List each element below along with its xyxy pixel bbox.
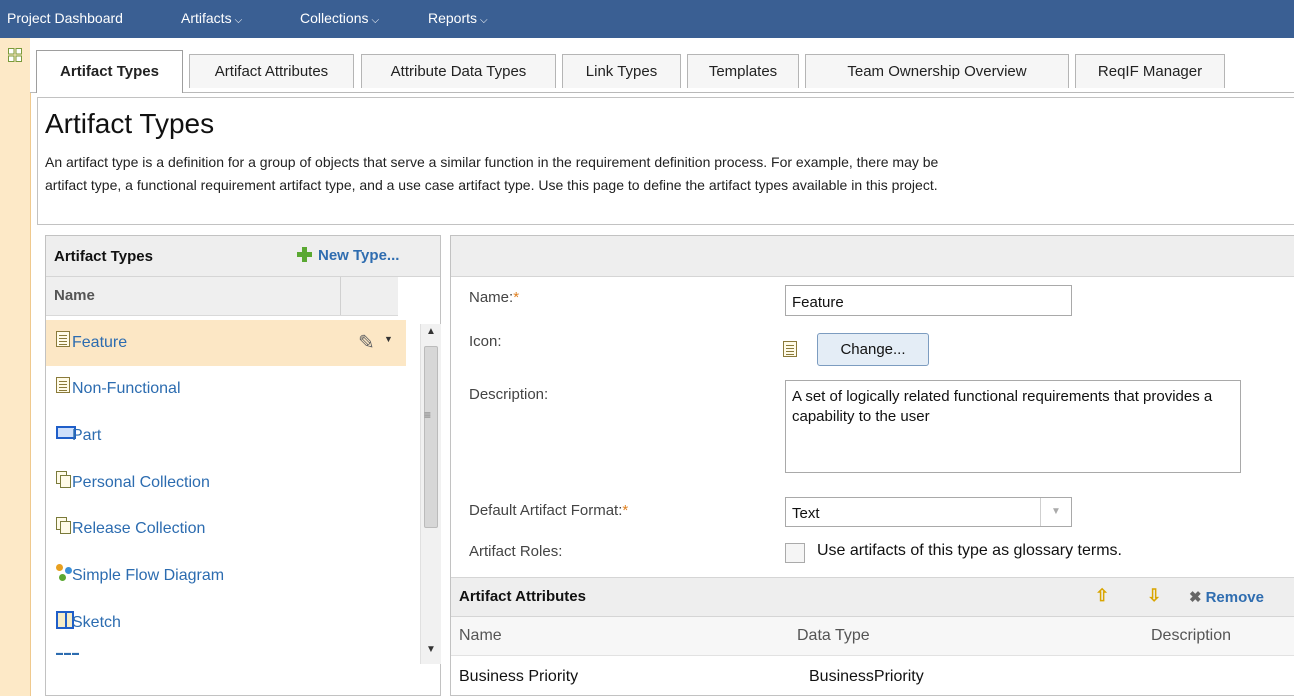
remove-x-icon: ✖ [1189,589,1202,606]
description-textarea[interactable]: A set of logically related functional re… [785,380,1241,473]
new-type-label: New Type... [318,247,400,264]
name-label-text: Name: [469,289,514,306]
collection-icon [56,471,72,489]
collection-icon [56,517,72,535]
list-item-label: Non-Functional [72,380,181,397]
default-format-label-text: Default Artifact Format: [469,502,623,519]
move-down-icon[interactable]: ⇩ [1147,586,1161,606]
icon-field-label: Icon: [469,333,502,350]
tab-reqif-manager[interactable]: ReqIF Manager [1075,54,1225,88]
attr-column-description[interactable]: Description [1151,627,1231,645]
default-format-select[interactable]: Text ▼ [785,497,1072,527]
plus-icon [296,246,313,263]
glossary-terms-checkbox-label[interactable]: Use artifacts of this type as glossary t… [817,542,1122,560]
artifact-type-details-panel: Name:* Feature Icon: Change... Descripti… [450,235,1294,696]
page-intro: Artifact Types An artifact type is a def… [37,97,1294,225]
tab-templates[interactable]: Templates [687,54,799,88]
list-item-release-collection[interactable]: Release Collection [46,506,406,552]
page-description-line-1: An artifact type is a definition for a g… [45,154,939,170]
list-item-label: Sketch [72,614,121,631]
remove-label: Remove [1205,589,1264,606]
chevron-down-icon: ⌵ [371,15,380,26]
list-item-label: Personal Collection [72,474,210,491]
top-navigation-bar: Project Dashboard Artifacts ⌵ Collections… [0,0,1294,38]
attr-cell-data-type: BusinessPriority [809,668,924,685]
list-item-label: Part [72,427,102,444]
nav-reports-label: Reports [428,10,478,26]
list-item-non-functional[interactable]: Non-Functional [46,366,406,412]
artifact-types-panel-header: Artifact Types New Type... [46,236,440,277]
tab-link-types[interactable]: Link Types [562,54,681,88]
details-panel-header [451,236,1294,277]
requirement-doc-icon [56,377,72,395]
list-item-personal-collection[interactable]: Personal Collection [46,460,406,506]
pencil-edit-icon[interactable]: ✎ [358,330,375,355]
list-scrollbar[interactable]: ▲ ≡ ▼ [420,324,441,664]
move-up-icon[interactable]: ⇧ [1095,586,1109,606]
tab-artifact-types[interactable]: Artifact Types [36,50,183,93]
nav-project-dashboard[interactable]: Project Dashboard [7,10,123,26]
nav-artifacts-label: Artifacts [181,10,232,26]
scroll-down-arrow-icon[interactable]: ▼ [426,644,436,655]
page-title: Artifact Types [45,108,215,139]
artifact-types-panel-title: Artifact Types [54,248,153,265]
flow-diagram-icon [56,564,72,582]
list-item-sketch[interactable]: Sketch [46,600,406,646]
nav-reports-menu[interactable]: Reports ⌵ [428,10,488,26]
column-header-spacer [340,277,398,315]
artifact-roles-field-label: Artifact Roles: [469,543,563,560]
name-field-label: Name:* [469,289,519,306]
list-item-label: Feature [72,334,128,351]
list-item-simple-flow-diagram[interactable]: Simple Flow Diagram [46,553,406,599]
attr-cell-name: Business Priority [459,668,579,685]
tab-artifact-attributes[interactable]: Artifact Attributes [189,54,354,88]
default-format-field-label: Default Artifact Format:* [469,502,628,519]
change-icon-button[interactable]: Change... [817,333,929,366]
attributes-column-headers: Name Data Type Description [451,617,1294,656]
sketch-icon [56,611,74,629]
admin-tab-bar: Artifact Types Artifact Attributes Attri… [30,38,1294,93]
required-marker: * [513,289,520,306]
scrollbar-thumb[interactable] [424,346,438,528]
list-item-label: Simple Flow Diagram [72,567,225,584]
attr-column-name[interactable]: Name [459,627,502,645]
caret-down-icon[interactable]: ▼ [384,334,393,344]
table-row[interactable]: Business Priority BusinessPriority [451,656,1294,696]
list-item-storyboard[interactable]: ▬▬▬ [46,646,406,666]
list-item-label: Release Collection [72,520,206,537]
tab-attribute-data-types[interactable]: Attribute Data Types [361,54,556,88]
name-input[interactable]: Feature [785,285,1072,316]
description-field-label: Description: [469,386,549,403]
artifact-types-panel: Artifact Types New Type... Name Feature … [45,235,441,696]
required-marker: * [622,502,629,519]
chevron-down-icon: ⌵ [234,15,243,26]
scroll-up-arrow-icon[interactable]: ▲ [426,326,436,337]
mini-dashboard-icon[interactable] [8,48,22,62]
nav-collections-menu[interactable]: Collections ⌵ [300,10,379,26]
left-sidebar-strip [0,38,31,696]
storyboard-icon: ▬▬▬ [56,650,80,657]
artifact-attributes-header: Artifact Attributes ⇧ ⇩ ✖ Remove [451,577,1294,617]
artifact-attributes-title: Artifact Attributes [459,588,586,605]
artifact-type-icon-preview [783,341,797,357]
page-description-line-2: artifact type, a functional requirement … [45,177,938,193]
glossary-terms-checkbox[interactable] [785,543,805,563]
tab-team-ownership-overview[interactable]: Team Ownership Overview [805,54,1069,88]
nav-collections-label: Collections [300,10,369,26]
name-column-label: Name [54,287,95,304]
nav-artifacts-menu[interactable]: Artifacts ⌵ [181,10,242,26]
list-item-feature[interactable]: Feature ✎ ▼ [46,320,406,366]
new-type-button[interactable]: New Type... [296,246,399,264]
dropdown-arrow-icon[interactable]: ▼ [1040,498,1071,526]
scrollbar-grip-icon: ≡ [424,408,432,422]
list-item-part[interactable]: Part [46,413,406,459]
requirement-doc-icon [56,331,72,349]
remove-attribute-button[interactable]: ✖ Remove [1189,588,1264,606]
attr-column-data-type[interactable]: Data Type [797,627,870,645]
chevron-down-icon: ⌵ [480,15,488,26]
part-icon [56,424,76,442]
default-format-value: Text [792,505,820,522]
